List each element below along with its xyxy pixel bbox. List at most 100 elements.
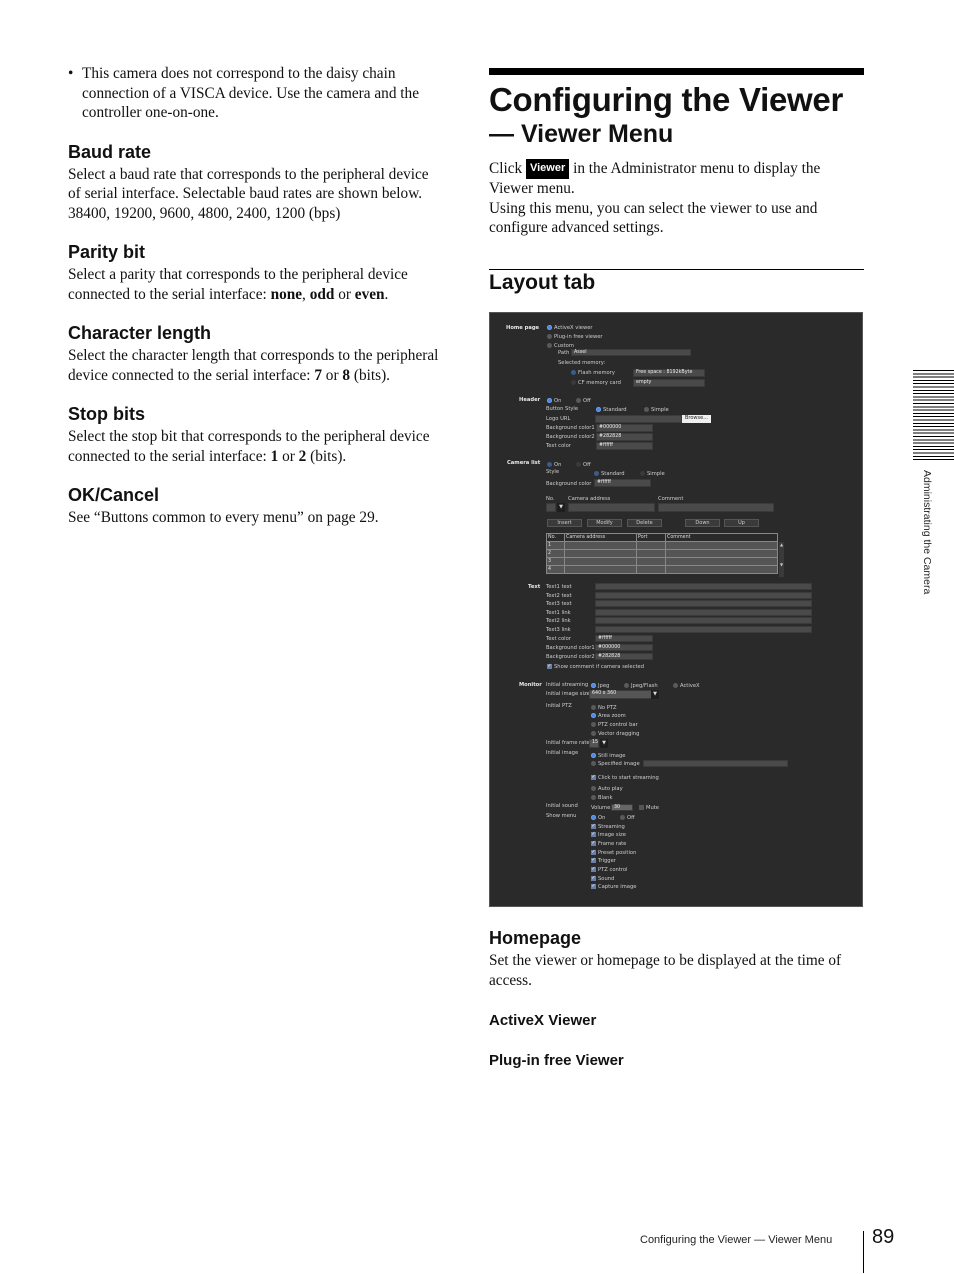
- style-standard-label: Standard: [603, 407, 627, 413]
- radio-jpeg-flash[interactable]: [624, 683, 629, 688]
- col-comment: Comment: [665, 533, 778, 542]
- table-row[interactable]: 2: [546, 549, 778, 558]
- text3-text-field[interactable]: [595, 600, 812, 607]
- table-scrollbar[interactable]: ▲ ▼: [779, 542, 784, 577]
- flash-free-space: Free space : 8192kByte: [633, 369, 705, 377]
- table-row[interactable]: 4: [546, 565, 778, 574]
- image-size-dropdown-icon[interactable]: ▼: [651, 690, 659, 699]
- delete-button[interactable]: Delete: [627, 519, 662, 527]
- table-row[interactable]: 1: [546, 541, 778, 550]
- volume-field[interactable]: 30: [611, 804, 633, 811]
- homepage-body: Set the viewer or homepage to be display…: [489, 952, 842, 989]
- text2-text-field[interactable]: [595, 592, 812, 599]
- text1-link-field[interactable]: [595, 609, 812, 616]
- menu-preset-position-checkbox[interactable]: ✓: [591, 850, 596, 855]
- radio-auto-play[interactable]: [591, 786, 596, 791]
- radio-jpeg[interactable]: [591, 683, 596, 688]
- radio-area-zoom[interactable]: [591, 713, 596, 718]
- text3-link-field[interactable]: [595, 626, 812, 633]
- radio-cf-card[interactable]: [571, 380, 576, 385]
- radio-custom[interactable]: [547, 343, 552, 348]
- radio-activex[interactable]: [547, 325, 552, 330]
- heading-stop-bits: Stop bits: [68, 404, 145, 424]
- menu-frame-rate-checkbox[interactable]: ✓: [591, 841, 596, 846]
- radio-blank[interactable]: [591, 795, 596, 800]
- camlist-bg-field[interactable]: #ffffff: [594, 479, 651, 487]
- menu-sound-checkbox[interactable]: ✓: [591, 876, 596, 881]
- click-to-start-checkbox[interactable]: ✓: [591, 775, 596, 780]
- camlist-bg-label: Background color: [546, 481, 592, 487]
- no-select[interactable]: [546, 503, 556, 512]
- initial-sound-label: Initial sound: [546, 803, 578, 809]
- radio-camlist-standard[interactable]: [594, 471, 599, 476]
- ok-cancel-body: See “Buttons common to every menu” on pa…: [68, 509, 379, 526]
- frame-rate-select[interactable]: 15: [589, 739, 599, 748]
- right-column: Configuring the Viewer — Viewer Menu Cli…: [489, 68, 864, 296]
- radio-header-off[interactable]: [576, 398, 581, 403]
- text-bg1-field[interactable]: #000000: [595, 644, 653, 651]
- radio-still-image[interactable]: [591, 753, 596, 758]
- radio-style-standard[interactable]: [596, 407, 601, 412]
- radio-no-ptz[interactable]: [591, 705, 596, 710]
- path-field[interactable]: Assel: [571, 349, 691, 356]
- mute-checkbox[interactable]: [639, 805, 644, 810]
- specified-image-field[interactable]: [643, 760, 788, 767]
- down-button[interactable]: Down: [685, 519, 720, 527]
- browse-button[interactable]: Browse...: [682, 415, 711, 423]
- radio-plugin-free[interactable]: [547, 334, 552, 339]
- menu-trigger-checkbox[interactable]: ✓: [591, 858, 596, 863]
- header-bg1-label: Background color1: [546, 425, 595, 431]
- radio-header-on[interactable]: [547, 398, 552, 403]
- click-to-start-label: Click to start streaming: [598, 775, 659, 781]
- radio-flash-memory[interactable]: [571, 370, 576, 375]
- camera-address-field[interactable]: [568, 503, 655, 512]
- radio-activex-stream[interactable]: [673, 683, 678, 688]
- header-bg1-field[interactable]: #000000: [596, 424, 653, 432]
- header-bg2-field[interactable]: #282828: [596, 433, 653, 441]
- frame-rate-dropdown-icon[interactable]: ▼: [600, 739, 608, 748]
- initial-streaming-label: Initial streaming: [546, 682, 589, 688]
- row-port: [636, 549, 666, 558]
- radio-camlist-on[interactable]: [547, 462, 552, 467]
- menu-image-size-checkbox[interactable]: ✓: [591, 832, 596, 837]
- radio-show-menu-on[interactable]: [591, 815, 596, 820]
- radio-specified-image[interactable]: [591, 761, 596, 766]
- modify-button[interactable]: Modify: [587, 519, 622, 527]
- table-row[interactable]: 3: [546, 557, 778, 566]
- comment-field[interactable]: [658, 503, 774, 512]
- radio-show-menu-off[interactable]: [620, 815, 625, 820]
- col-port: Port: [636, 533, 666, 542]
- image-size-select[interactable]: 640 x 360: [589, 690, 653, 699]
- radio-ptz-control-bar[interactable]: [591, 722, 596, 727]
- radio-vector-dragging[interactable]: [591, 731, 596, 736]
- header-label: Header: [519, 397, 541, 403]
- menu-streaming-checkbox[interactable]: ✓: [591, 824, 596, 829]
- text-color-field[interactable]: #ffffff: [595, 635, 653, 642]
- row-no: 1: [546, 541, 565, 550]
- menu-sound-label: Sound: [598, 876, 615, 882]
- radio-camlist-off[interactable]: [576, 462, 581, 467]
- text2-link-field[interactable]: [595, 617, 812, 624]
- homepage-heading: Homepage: [489, 928, 582, 948]
- text1-text-field[interactable]: [595, 583, 812, 590]
- col-camera-address: Camera address: [564, 533, 637, 542]
- footer-divider: [863, 1231, 864, 1273]
- header-bg2-label: Background color2: [546, 434, 595, 440]
- jpeg-label: Jpeg: [598, 683, 610, 689]
- show-comment-checkbox[interactable]: ✓: [547, 664, 552, 669]
- insert-button[interactable]: Insert: [547, 519, 582, 527]
- no-dropdown-arrow-icon[interactable]: ▼: [557, 503, 565, 512]
- logo-url-field[interactable]: [595, 415, 682, 423]
- header-text-color-field[interactable]: #ffffff: [596, 442, 653, 450]
- stop-bits-body: Select the stop bit that corresponds to …: [68, 428, 430, 465]
- menu-capture-image-checkbox[interactable]: ✓: [591, 884, 596, 889]
- radio-style-simple[interactable]: [644, 407, 649, 412]
- plugin-free-viewer-heading: Plug-in free Viewer: [489, 1052, 624, 1069]
- image-size-label: Initial image size: [546, 691, 590, 697]
- text-bg2-field[interactable]: #282828: [595, 653, 653, 660]
- radio-camlist-simple[interactable]: [640, 471, 645, 476]
- frame-rate-label: Initial frame rate: [546, 740, 590, 746]
- camlist-simple-label: Simple: [647, 471, 665, 477]
- menu-ptz-control-checkbox[interactable]: ✓: [591, 867, 596, 872]
- up-button[interactable]: Up: [724, 519, 759, 527]
